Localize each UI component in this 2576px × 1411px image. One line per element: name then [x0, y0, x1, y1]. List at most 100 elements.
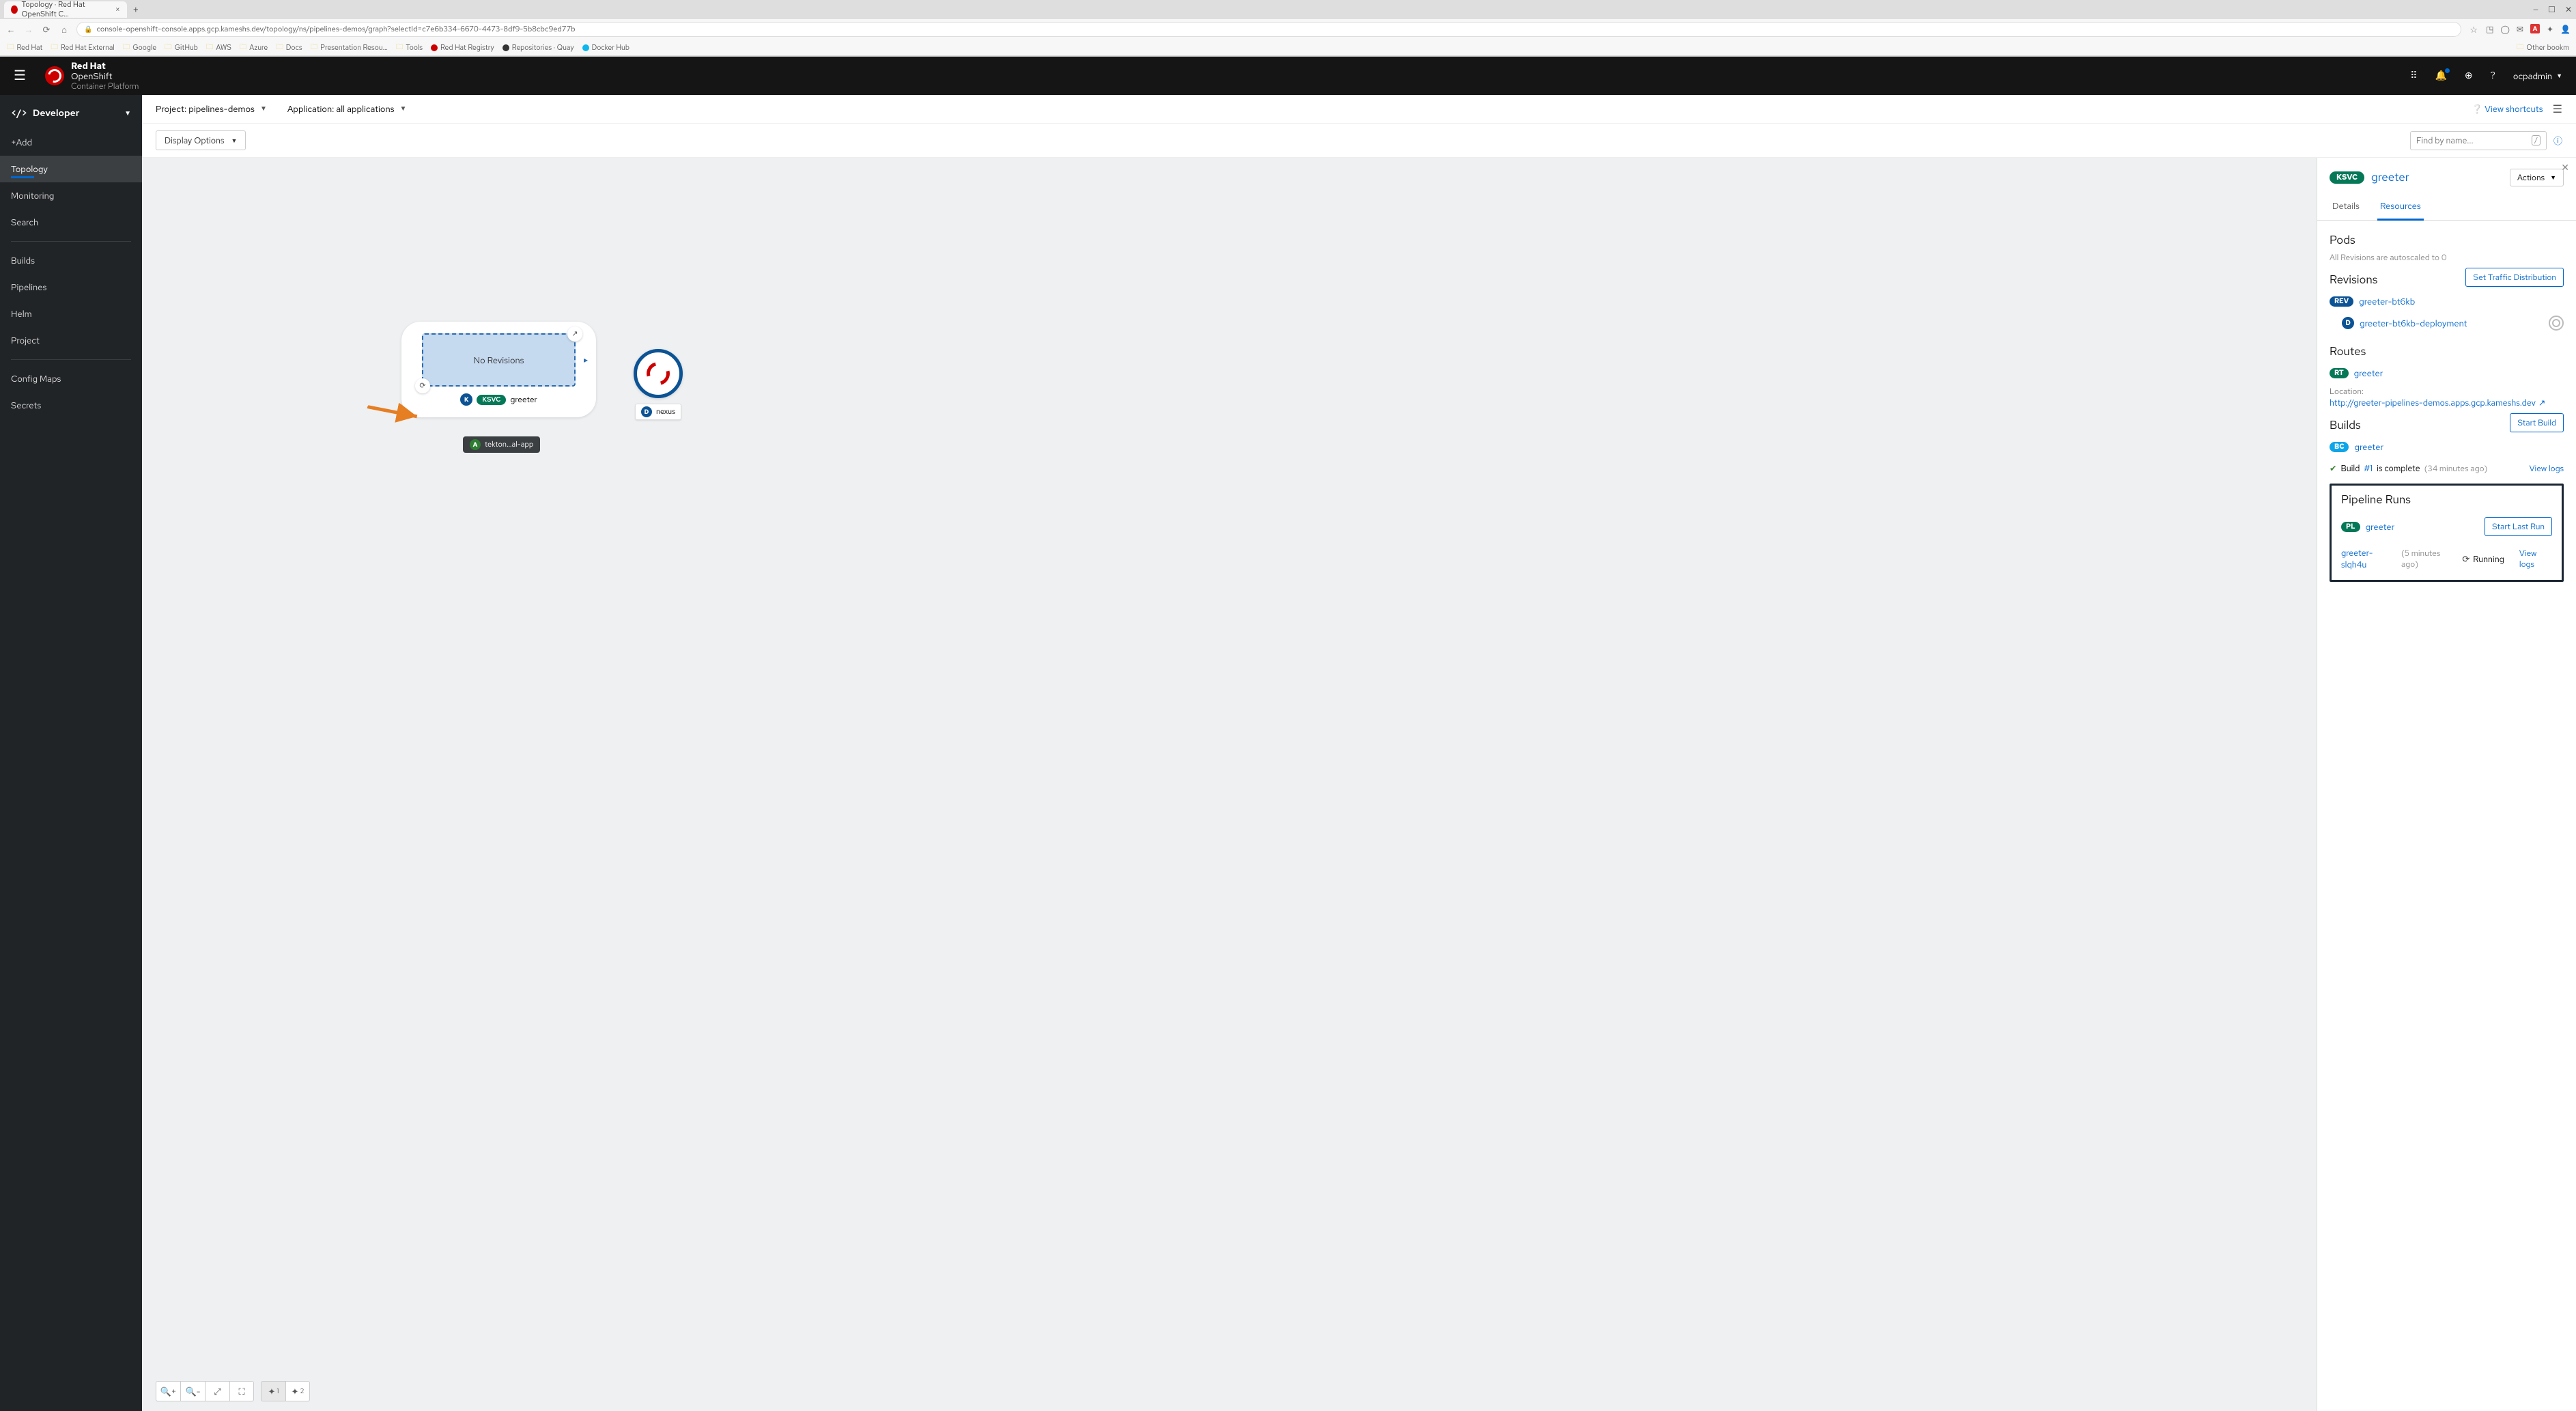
bookmark[interactable]: Repositories · Quay — [503, 43, 574, 53]
home-icon[interactable]: ⌂ — [59, 24, 70, 36]
list-view-icon[interactable]: ☰ — [2553, 102, 2562, 116]
layout-2-button[interactable]: ✦2 — [285, 1381, 310, 1401]
layout-1-button[interactable]: ✦1 — [261, 1381, 285, 1401]
deployment-node[interactable]: D nexus — [634, 349, 683, 420]
maximize-icon[interactable]: ☐ — [2548, 4, 2556, 15]
nav-topology[interactable]: Topology — [0, 156, 142, 182]
extensions-icon[interactable]: ✦ — [2547, 24, 2553, 35]
resource-title-link[interactable]: greeter — [2371, 170, 2409, 185]
nav-builds[interactable]: Builds — [0, 247, 142, 274]
nav-secrets[interactable]: Secrets — [0, 392, 142, 419]
project-selector[interactable]: Project: pipelines-demos ▼ — [156, 103, 267, 115]
bookmark[interactable]: 🗀Tools — [396, 42, 423, 54]
pipeline-link[interactable]: greeter — [2366, 521, 2395, 533]
brand[interactable]: Red Hat OpenShift Container Platform — [45, 60, 139, 92]
route-badge-icon: RT — [2330, 368, 2349, 378]
tab-resources[interactable]: Resources — [2377, 193, 2424, 221]
set-traffic-button[interactable]: Set Traffic Distribution — [2465, 268, 2564, 287]
app-badge-icon: A — [470, 439, 481, 450]
bookmark[interactable]: 🗀Red Hat External — [51, 42, 114, 54]
back-icon[interactable]: ← — [5, 24, 16, 36]
avatar-icon[interactable]: 👤 — [2560, 24, 2571, 35]
revision-link[interactable]: greeter-bt6kb — [2359, 296, 2415, 307]
ext-icon[interactable]: ◳ — [2486, 24, 2493, 35]
zoom-out-button[interactable]: 🔍- — [180, 1381, 205, 1401]
bell-icon[interactable]: 🔔 — [2435, 70, 2446, 82]
minimize-icon[interactable]: — — [2533, 4, 2538, 15]
user-menu[interactable]: ocpadmin▼ — [2513, 70, 2562, 82]
close-tab-icon[interactable]: × — [115, 4, 120, 15]
view-logs-link[interactable]: View logs — [2519, 548, 2552, 570]
bookmark[interactable]: 🗀Google — [123, 42, 156, 54]
application-group-label[interactable]: A tekton…al-app — [463, 436, 540, 453]
reset-view-button[interactable]: ⛶ — [229, 1381, 254, 1401]
display-options-dropdown[interactable]: Display Options ▼ — [156, 130, 246, 150]
pod-ring-icon[interactable] — [2549, 316, 2564, 331]
open-url-icon[interactable]: ↗ — [567, 326, 582, 341]
find-input-field[interactable] — [2416, 135, 2528, 146]
window-controls: — ☐ ✕ — [2533, 4, 2572, 15]
pipelinerun-age: (5 minutes ago) — [2401, 548, 2457, 570]
ext-icon[interactable]: ✉ — [2517, 24, 2523, 35]
bookmark[interactable]: 🗀Red Hat — [7, 42, 42, 54]
section-revisions-title: Revisions — [2330, 273, 2377, 288]
bookmark[interactable]: 🗀GitHub — [165, 42, 198, 54]
nav-project[interactable]: Project — [0, 327, 142, 354]
zoom-in-button[interactable]: 🔍+ — [156, 1381, 180, 1401]
slash-hint: / — [2532, 135, 2540, 145]
deployment-name-label: nexus — [656, 407, 675, 417]
other-bookmarks[interactable]: 🗀Other bookm — [2517, 42, 2569, 54]
bookmark[interactable]: 🗀Azure — [240, 42, 268, 54]
help-icon[interactable]: ? — [2491, 70, 2495, 82]
app-launcher-icon[interactable]: ⠿ — [2410, 70, 2417, 82]
view-logs-link[interactable]: View logs — [2530, 463, 2564, 474]
nav-configmaps[interactable]: Config Maps — [0, 365, 142, 392]
star-icon[interactable]: ☆ — [2468, 24, 2479, 36]
route-url-link[interactable]: http://greeter-pipelines-demos.apps.gcp.… — [2330, 397, 2545, 408]
nav-add[interactable]: +Add — [0, 129, 142, 156]
ext-github-icon[interactable]: ◯ — [2500, 24, 2509, 35]
route-link[interactable]: greeter — [2354, 367, 2383, 379]
bookmark[interactable]: 🗀Presentation Resou… — [311, 42, 388, 54]
topology-canvas[interactable]: No Revisions ↗ ⟳ ▸ K KSVC greeter A tekt… — [142, 158, 2317, 1411]
bookmark[interactable]: 🗀Docs — [276, 42, 302, 54]
fit-screen-button[interactable]: ⤢ — [205, 1381, 229, 1401]
tab-details[interactable]: Details — [2330, 193, 2362, 220]
view-shortcuts-link[interactable]: ❔ View shortcuts — [2472, 103, 2543, 115]
bookmark[interactable]: 🗀AWS — [206, 42, 231, 54]
address-bar[interactable]: 🔒 console-openshift-console.apps.gcp.kam… — [76, 22, 2461, 37]
nav-search[interactable]: Search — [0, 209, 142, 236]
bookmark[interactable]: Docker Hub — [582, 43, 629, 53]
ksvc-kind-badge: KSVC — [477, 395, 506, 405]
import-icon[interactable]: ⊕ — [2465, 70, 2473, 82]
close-window-icon[interactable]: ✕ — [2565, 4, 2572, 15]
reload-icon[interactable]: ⟳ — [41, 24, 52, 36]
pod-ring-icon[interactable] — [634, 349, 683, 398]
bookmark[interactable]: Red Hat Registry — [431, 43, 494, 53]
build-number-link[interactable]: #1 — [2364, 462, 2372, 474]
info-icon[interactable]: ⓘ — [2553, 134, 2562, 147]
nav-helm[interactable]: Helm — [0, 301, 142, 327]
start-last-run-button[interactable]: Start Last Run — [2485, 517, 2552, 536]
ext-red-icon[interactable]: A — [2530, 24, 2540, 33]
perspective-switcher[interactable]: </> Developer ▼ — [0, 98, 142, 129]
redhat-logo-icon — [45, 66, 64, 85]
browser-tab[interactable]: Topology · Red Hat OpenShift C… × — [4, 1, 127, 18]
connector-handle-icon[interactable]: ▸ — [584, 354, 588, 365]
sync-icon[interactable]: ⟳ — [415, 378, 430, 393]
actions-dropdown[interactable]: Actions ▼ — [2510, 169, 2564, 186]
pipelinerun-link[interactable]: greeter-slqh4u — [2341, 547, 2396, 570]
nav-pipelines[interactable]: Pipelines — [0, 274, 142, 301]
find-by-name-input[interactable]: / — [2410, 131, 2547, 150]
ksvc-node-group[interactable]: No Revisions ↗ ⟳ ▸ K KSVC greeter — [401, 322, 596, 417]
nav-monitoring[interactable]: Monitoring — [0, 182, 142, 209]
application-selector[interactable]: Application: all applications ▼ — [287, 103, 407, 115]
hamburger-icon[interactable]: ☰ — [14, 67, 26, 85]
deployment-link[interactable]: greeter-bt6kb-deployment — [2360, 318, 2467, 329]
ksvc-revisions-box[interactable]: No Revisions ↗ ⟳ ▸ — [422, 333, 576, 387]
start-build-button[interactable]: Start Build — [2510, 413, 2564, 432]
close-panel-icon[interactable]: ✕ — [2561, 162, 2569, 174]
new-tab-button[interactable]: + — [132, 3, 139, 17]
buildconfig-link[interactable]: greeter — [2354, 441, 2383, 453]
forward-icon[interactable]: → — [23, 24, 34, 36]
